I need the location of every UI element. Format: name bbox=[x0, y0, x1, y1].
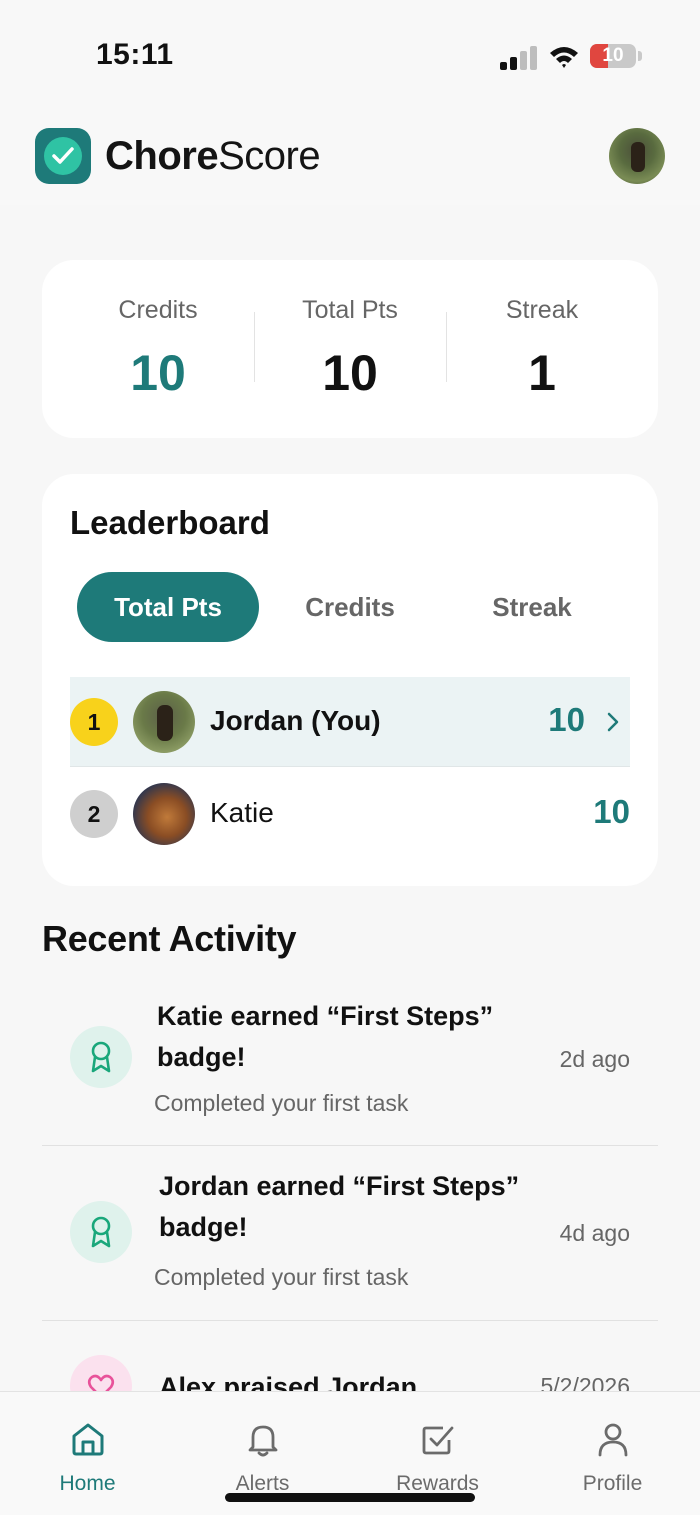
wifi-icon bbox=[550, 47, 578, 68]
activity-title: Jordan earned “First Steps” badge! bbox=[159, 1171, 520, 1242]
profile-avatar-button[interactable] bbox=[609, 128, 665, 184]
nav-profile[interactable]: Profile bbox=[525, 1392, 700, 1515]
activity-item[interactable]: Jordan earned “First Steps” badge! Compl… bbox=[42, 1146, 658, 1320]
award-icon bbox=[70, 1026, 132, 1088]
checkbox-icon bbox=[422, 1426, 454, 1455]
activity-title: Alex praised Jordan bbox=[159, 1372, 418, 1391]
player-name: Katie bbox=[210, 797, 274, 828]
status-bar: 15:11 10 bbox=[0, 0, 700, 110]
stats-card: Credits 10 Total Pts 10 Streak 1 bbox=[42, 260, 658, 438]
rank-badge: 2 bbox=[70, 790, 118, 838]
chevron-right-icon bbox=[607, 712, 619, 732]
person-icon bbox=[598, 1423, 628, 1457]
rank-badge: 1 bbox=[70, 698, 118, 746]
activity-time: 2d ago bbox=[559, 1046, 630, 1072]
nav-home[interactable]: Home bbox=[0, 1392, 175, 1515]
leaderboard-title: Leaderboard bbox=[70, 504, 270, 541]
app-title: ChoreScore bbox=[105, 134, 321, 178]
tab-total-pts[interactable]: Total Pts bbox=[77, 572, 259, 642]
activity-item[interactable]: Alex praised Jordan 5/2/2026 bbox=[42, 1321, 658, 1391]
cellular-signal-icon bbox=[500, 46, 537, 70]
nav-label: Profile bbox=[582, 1472, 643, 1495]
award-icon bbox=[70, 1201, 132, 1263]
tab-streak[interactable]: Streak bbox=[441, 572, 623, 642]
activity-time: 5/2/2026 bbox=[540, 1373, 630, 1391]
leaderboard-card: Leaderboard Total Pts Credits Streak 1 J… bbox=[42, 474, 658, 886]
app-logo-icon bbox=[35, 128, 91, 184]
app-header: ChoreScore bbox=[0, 110, 700, 205]
player-name: Jordan (You) bbox=[210, 705, 381, 736]
battery-icon: 10 bbox=[590, 44, 636, 68]
recent-activity-title: Recent Activity bbox=[42, 918, 297, 959]
avatar bbox=[133, 691, 195, 753]
player-points: 10 bbox=[593, 793, 630, 830]
leaderboard-row[interactable]: 1 Jordan (You) 10 bbox=[70, 677, 630, 767]
status-time: 15:11 bbox=[96, 38, 174, 71]
battery-level: 10 bbox=[602, 45, 624, 66]
credits-value: 10 bbox=[130, 345, 186, 401]
avatar bbox=[133, 783, 195, 845]
streak-value: 1 bbox=[528, 345, 556, 401]
player-points: 10 bbox=[548, 701, 585, 738]
activity-subtitle: Completed your first task bbox=[154, 1264, 409, 1290]
home-indicator bbox=[225, 1493, 475, 1502]
total-pts-value: 10 bbox=[322, 345, 378, 401]
activity-subtitle: Completed your first task bbox=[154, 1090, 409, 1116]
activity-item[interactable]: Katie earned “First Steps” badge! Comple… bbox=[42, 980, 658, 1145]
activity-title: Katie earned “First Steps” badge! bbox=[157, 1001, 494, 1072]
activity-time: 4d ago bbox=[559, 1220, 630, 1246]
home-icon bbox=[72, 1423, 104, 1456]
leaderboard-row[interactable]: 2 Katie 10 bbox=[70, 769, 630, 859]
heart-icon bbox=[70, 1355, 132, 1391]
bell-icon bbox=[248, 1425, 278, 1457]
tab-credits[interactable]: Credits bbox=[259, 572, 441, 642]
nav-label: Home bbox=[59, 1472, 116, 1495]
